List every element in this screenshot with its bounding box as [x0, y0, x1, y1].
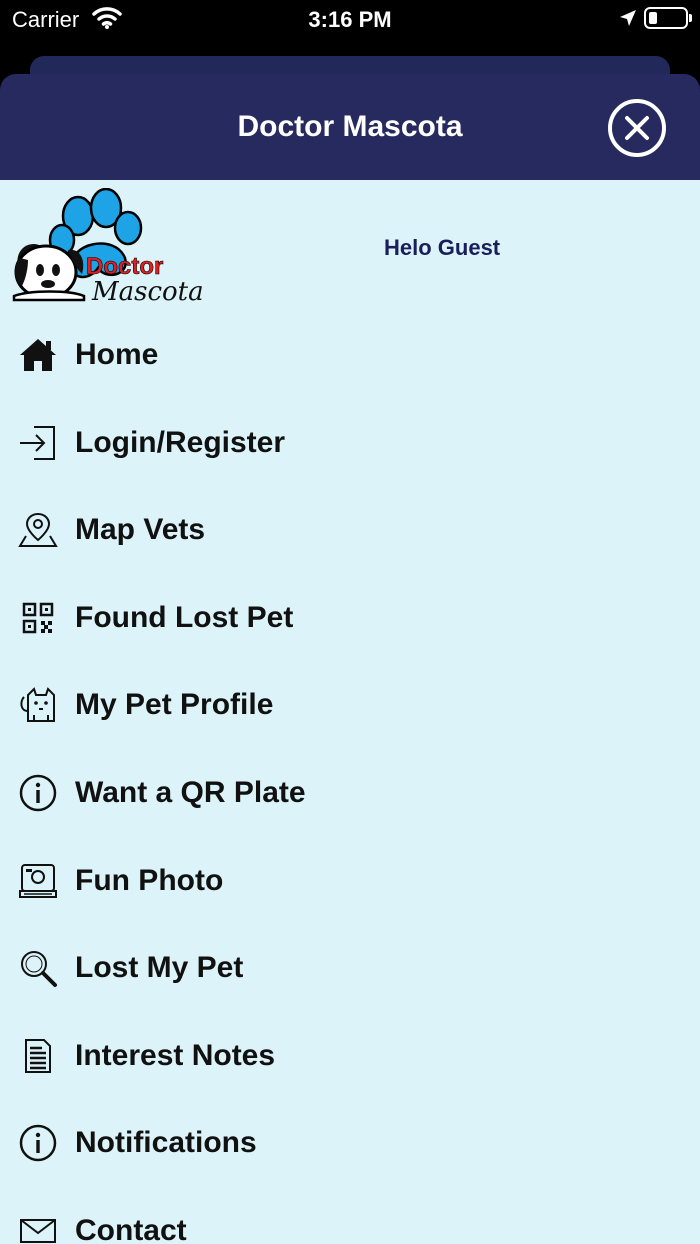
menu-list: Home Login/Register Map Vets Found Lost …	[0, 312, 700, 1244]
menu-item-label: Home	[75, 338, 159, 371]
location-arrow-icon	[618, 8, 638, 33]
document-icon	[18, 1036, 58, 1076]
app-title: Doctor Mascota	[237, 110, 463, 143]
menu-item-label: Map Vets	[75, 513, 206, 547]
menu-item-found-lost-pet[interactable]: Found Lost Pet	[0, 575, 700, 663]
close-button[interactable]	[608, 99, 666, 157]
greeting-text: Helo Guest	[384, 235, 501, 260]
menu-item-notifications[interactable]: Notifications	[0, 1100, 700, 1188]
menu-header: Doctor Mascota	[0, 74, 700, 180]
menu-item-label: Login/Register	[75, 425, 286, 459]
home-icon	[18, 335, 58, 375]
mail-icon	[18, 1211, 58, 1244]
battery-icon	[644, 7, 692, 29]
menu-item-fun-photo[interactable]: Fun Photo	[0, 838, 700, 926]
login-icon	[18, 423, 58, 463]
menu-item-label: Found Lost Pet	[75, 600, 294, 634]
menu-item-label: Interest Notes	[75, 1038, 276, 1072]
menu-item-want-qr-plate[interactable]: Want a QR Plate	[0, 750, 700, 838]
clock: 3:16 PM	[308, 7, 392, 32]
pet-profile-icon	[18, 685, 58, 725]
map-pin-icon	[18, 510, 58, 550]
menu-item-label: Fun Photo	[75, 863, 224, 897]
menu-item-lost-my-pet[interactable]: Lost My Pet	[0, 925, 700, 1013]
info-icon	[18, 773, 58, 813]
menu-item-login-register[interactable]: Login/Register	[0, 400, 700, 488]
logo-mascota-text: Mascota	[91, 277, 204, 306]
menu-item-home[interactable]: Home	[0, 312, 700, 400]
menu-item-label: Notifications	[75, 1126, 257, 1160]
menu-item-map-vets[interactable]: Map Vets	[0, 487, 700, 575]
camera-icon	[18, 861, 58, 901]
menu-item-contact[interactable]: Contact	[0, 1188, 700, 1244]
close-icon	[625, 116, 649, 140]
menu-item-label: My Pet Profile	[75, 688, 274, 722]
search-icon	[18, 948, 58, 988]
menu-item-label: Lost My Pet	[75, 951, 244, 985]
dog-icon	[12, 244, 86, 302]
menu-item-interest-notes[interactable]: Interest Notes	[0, 1013, 700, 1101]
menu-item-my-pet-profile[interactable]: My Pet Profile	[0, 662, 700, 750]
menu-item-label: Contact	[75, 1213, 187, 1244]
side-menu-panel: Doctor Mascota Helo Guest Home Login/Reg…	[0, 180, 700, 1244]
menu-item-label: Want a QR Plate	[75, 775, 306, 809]
qr-code-icon	[18, 598, 58, 638]
info-icon	[18, 1123, 58, 1163]
logo-doctor-text: Doctor	[86, 253, 163, 280]
doctor-mascota-logo: Doctor Mascota	[10, 187, 204, 307]
status-bar: Carrier 3:16 PM	[0, 0, 700, 56]
